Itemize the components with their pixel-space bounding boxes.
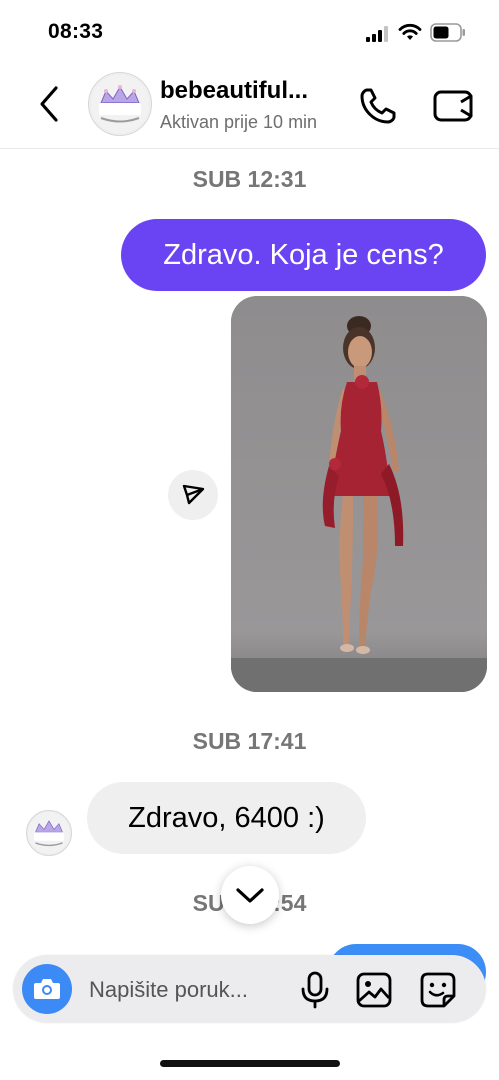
incoming-message-text: Zdravo, 6400 :) [128, 801, 325, 834]
status-time: 08:33 [48, 20, 104, 43]
phone-icon[interactable] [358, 86, 398, 126]
home-indicator [160, 1060, 340, 1067]
sticker-icon[interactable] [418, 971, 458, 1009]
incoming-message[interactable]: Zdravo, 6400 :) [87, 782, 366, 854]
wifi-icon [398, 23, 422, 40]
page-title[interactable]: bebeautiful... [160, 77, 308, 105]
message-timestamp: SUB 12:31 [192, 166, 307, 192]
dress-photo-image [231, 296, 487, 692]
crown-logo-icon [28, 812, 70, 854]
chat-header: bebeautiful... Aktivan prije 10 min [0, 62, 499, 149]
crown-logo-icon [91, 75, 149, 133]
scroll-to-bottom-button[interactable] [221, 866, 279, 924]
chevron-down-icon [236, 888, 264, 903]
cellular-signal-icon [366, 26, 388, 42]
shared-photo[interactable] [231, 296, 487, 692]
share-button[interactable] [168, 470, 218, 520]
message-timestamp: SUB 17:41 [192, 728, 307, 754]
camera-button[interactable] [22, 964, 72, 1014]
microphone-icon[interactable] [299, 971, 331, 1009]
back-chevron-icon[interactable] [36, 84, 62, 124]
message-composer [13, 955, 486, 1023]
share-send-icon [182, 484, 205, 505]
outgoing-message[interactable]: Zdravo. Koja je cens? [121, 219, 486, 291]
video-camera-icon[interactable] [432, 86, 474, 126]
battery-icon [430, 23, 465, 42]
gallery-icon[interactable] [355, 971, 393, 1009]
message-input[interactable] [87, 969, 295, 1011]
avatar[interactable] [88, 72, 152, 136]
active-status: Aktivan prije 10 min [160, 112, 318, 132]
sender-avatar[interactable] [26, 810, 72, 856]
outgoing-message-text: Zdravo. Koja je cens? [163, 238, 444, 271]
camera-icon [34, 979, 60, 999]
